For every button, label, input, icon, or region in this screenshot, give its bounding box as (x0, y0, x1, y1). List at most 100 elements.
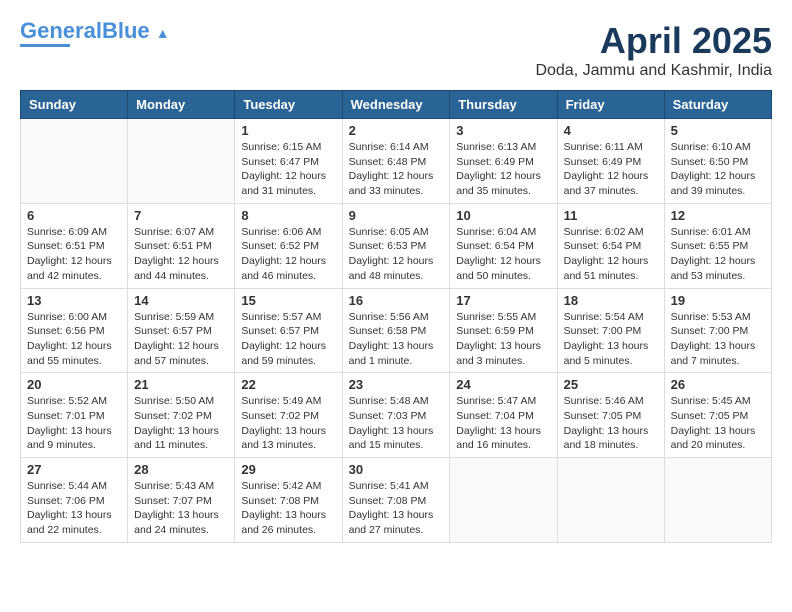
calendar-cell (664, 458, 771, 543)
calendar-cell: 23 Sunrise: 5:48 AM Sunset: 7:03 PM Dayli… (342, 373, 450, 458)
day-header: Tuesday (235, 91, 342, 119)
day-number: 11 (564, 208, 658, 223)
day-header: Monday (128, 91, 235, 119)
calendar-week: 6 Sunrise: 6:09 AM Sunset: 6:51 PM Daylig… (21, 203, 772, 288)
calendar-cell: 24 Sunrise: 5:47 AM Sunset: 7:04 PM Dayli… (450, 373, 557, 458)
day-number: 30 (349, 462, 444, 477)
cell-details: Sunrise: 6:01 AM Sunset: 6:55 PM Dayligh… (671, 225, 765, 284)
cell-details: Sunrise: 6:05 AM Sunset: 6:53 PM Dayligh… (349, 225, 444, 284)
calendar-cell: 21 Sunrise: 5:50 AM Sunset: 7:02 PM Dayli… (128, 373, 235, 458)
calendar-cell: 5 Sunrise: 6:10 AM Sunset: 6:50 PM Daylig… (664, 119, 771, 204)
day-number: 9 (349, 208, 444, 223)
cell-details: Sunrise: 5:41 AM Sunset: 7:08 PM Dayligh… (349, 479, 444, 538)
calendar-cell: 16 Sunrise: 5:56 AM Sunset: 6:58 PM Dayli… (342, 288, 450, 373)
cell-details: Sunrise: 5:42 AM Sunset: 7:08 PM Dayligh… (241, 479, 335, 538)
day-number: 14 (134, 293, 228, 308)
day-number: 17 (456, 293, 550, 308)
day-number: 4 (564, 123, 658, 138)
cell-details: Sunrise: 5:56 AM Sunset: 6:58 PM Dayligh… (349, 310, 444, 369)
header: GeneralBlue ▲ April 2025 Doda, Jammu and… (20, 20, 772, 80)
cell-details: Sunrise: 5:59 AM Sunset: 6:57 PM Dayligh… (134, 310, 228, 369)
calendar-cell: 26Sunrise: 5:45 AM Sunset: 7:05 PM Dayli… (664, 373, 771, 458)
calendar-cell: 19Sunrise: 5:53 AM Sunset: 7:00 PM Dayli… (664, 288, 771, 373)
day-number: 3 (456, 123, 550, 138)
calendar-cell: 10 Sunrise: 6:04 AM Sunset: 6:54 PM Dayli… (450, 203, 557, 288)
cell-details: Sunrise: 5:47 AM Sunset: 7:04 PM Dayligh… (456, 394, 550, 453)
cell-details: Sunrise: 6:15 AM Sunset: 6:47 PM Dayligh… (241, 140, 335, 199)
calendar-cell: 20 Sunrise: 5:52 AM Sunset: 7:01 PM Dayli… (21, 373, 128, 458)
calendar-cell: 28Sunrise: 5:43 AM Sunset: 7:07 PM Dayli… (128, 458, 235, 543)
cell-details: Sunrise: 6:00 AM Sunset: 6:56 PM Dayligh… (27, 310, 121, 369)
cell-details: Sunrise: 6:02 AM Sunset: 6:54 PM Dayligh… (564, 225, 658, 284)
calendar: SundayMondayTuesdayWednesdayThursdayFrid… (20, 90, 772, 543)
calendar-cell: 17 Sunrise: 5:55 AM Sunset: 6:59 PM Dayli… (450, 288, 557, 373)
day-number: 1 (241, 123, 335, 138)
cell-details: Sunrise: 5:44 AM Sunset: 7:06 PM Dayligh… (27, 479, 121, 538)
logo-general: General (20, 18, 102, 43)
cell-details: Sunrise: 5:50 AM Sunset: 7:02 PM Dayligh… (134, 394, 228, 453)
day-number: 20 (27, 377, 121, 392)
cell-details: Sunrise: 5:45 AM Sunset: 7:05 PM Dayligh… (671, 394, 765, 453)
calendar-cell (128, 119, 235, 204)
day-number: 25 (564, 377, 658, 392)
day-number: 13 (27, 293, 121, 308)
cell-details: Sunrise: 5:52 AM Sunset: 7:01 PM Dayligh… (27, 394, 121, 453)
day-number: 19 (671, 293, 765, 308)
title-area: April 2025 Doda, Jammu and Kashmir, Indi… (535, 20, 772, 80)
day-number: 23 (349, 377, 444, 392)
calendar-header: SundayMondayTuesdayWednesdayThursdayFrid… (21, 91, 772, 119)
day-number: 27 (27, 462, 121, 477)
calendar-cell: 8 Sunrise: 6:06 AM Sunset: 6:52 PM Daylig… (235, 203, 342, 288)
calendar-cell: 27 Sunrise: 5:44 AM Sunset: 7:06 PM Dayli… (21, 458, 128, 543)
logo-blue: Blue (102, 18, 150, 43)
cell-details: Sunrise: 6:06 AM Sunset: 6:52 PM Dayligh… (241, 225, 335, 284)
cell-details: Sunrise: 6:04 AM Sunset: 6:54 PM Dayligh… (456, 225, 550, 284)
calendar-cell (450, 458, 557, 543)
logo-icon: ▲ (156, 25, 170, 41)
day-header: Wednesday (342, 91, 450, 119)
day-number: 10 (456, 208, 550, 223)
day-number: 22 (241, 377, 335, 392)
day-header: Sunday (21, 91, 128, 119)
day-number: 24 (456, 377, 550, 392)
calendar-cell: 14 Sunrise: 5:59 AM Sunset: 6:57 PM Dayli… (128, 288, 235, 373)
day-number: 21 (134, 377, 228, 392)
calendar-cell: 25 Sunrise: 5:46 AM Sunset: 7:05 PM Dayli… (557, 373, 664, 458)
calendar-cell: 1 Sunrise: 6:15 AM Sunset: 6:47 PM Daylig… (235, 119, 342, 204)
calendar-cell: 11 Sunrise: 6:02 AM Sunset: 6:54 PM Dayli… (557, 203, 664, 288)
calendar-cell: 4Sunrise: 6:11 AM Sunset: 6:49 PM Daylig… (557, 119, 664, 204)
calendar-week: 27 Sunrise: 5:44 AM Sunset: 7:06 PM Dayli… (21, 458, 772, 543)
calendar-cell: 22 Sunrise: 5:49 AM Sunset: 7:02 PM Dayli… (235, 373, 342, 458)
calendar-cell: 6 Sunrise: 6:09 AM Sunset: 6:51 PM Daylig… (21, 203, 128, 288)
calendar-cell: 12 Sunrise: 6:01 AM Sunset: 6:55 PM Dayli… (664, 203, 771, 288)
cell-details: Sunrise: 6:13 AM Sunset: 6:49 PM Dayligh… (456, 140, 550, 199)
calendar-cell: 3 Sunrise: 6:13 AM Sunset: 6:49 PM Daylig… (450, 119, 557, 204)
calendar-week: 20 Sunrise: 5:52 AM Sunset: 7:01 PM Dayli… (21, 373, 772, 458)
day-header: Friday (557, 91, 664, 119)
calendar-cell (21, 119, 128, 204)
calendar-cell: 29Sunrise: 5:42 AM Sunset: 7:08 PM Dayli… (235, 458, 342, 543)
calendar-body: 1 Sunrise: 6:15 AM Sunset: 6:47 PM Daylig… (21, 119, 772, 543)
cell-details: Sunrise: 5:49 AM Sunset: 7:02 PM Dayligh… (241, 394, 335, 453)
cell-details: Sunrise: 5:54 AM Sunset: 7:00 PM Dayligh… (564, 310, 658, 369)
day-number: 15 (241, 293, 335, 308)
calendar-week: 1 Sunrise: 6:15 AM Sunset: 6:47 PM Daylig… (21, 119, 772, 204)
day-number: 5 (671, 123, 765, 138)
logo: GeneralBlue ▲ (20, 20, 170, 47)
calendar-week: 13 Sunrise: 6:00 AM Sunset: 6:56 PM Dayli… (21, 288, 772, 373)
logo-underline (20, 44, 70, 47)
day-number: 6 (27, 208, 121, 223)
day-header: Saturday (664, 91, 771, 119)
cell-details: Sunrise: 5:48 AM Sunset: 7:03 PM Dayligh… (349, 394, 444, 453)
cell-details: Sunrise: 6:09 AM Sunset: 6:51 PM Dayligh… (27, 225, 121, 284)
day-number: 28 (134, 462, 228, 477)
day-number: 18 (564, 293, 658, 308)
day-number: 7 (134, 208, 228, 223)
day-number: 8 (241, 208, 335, 223)
calendar-cell: 7Sunrise: 6:07 AM Sunset: 6:51 PM Daylig… (128, 203, 235, 288)
cell-details: Sunrise: 6:10 AM Sunset: 6:50 PM Dayligh… (671, 140, 765, 199)
cell-details: Sunrise: 5:46 AM Sunset: 7:05 PM Dayligh… (564, 394, 658, 453)
day-number: 12 (671, 208, 765, 223)
day-number: 16 (349, 293, 444, 308)
cell-details: Sunrise: 5:55 AM Sunset: 6:59 PM Dayligh… (456, 310, 550, 369)
